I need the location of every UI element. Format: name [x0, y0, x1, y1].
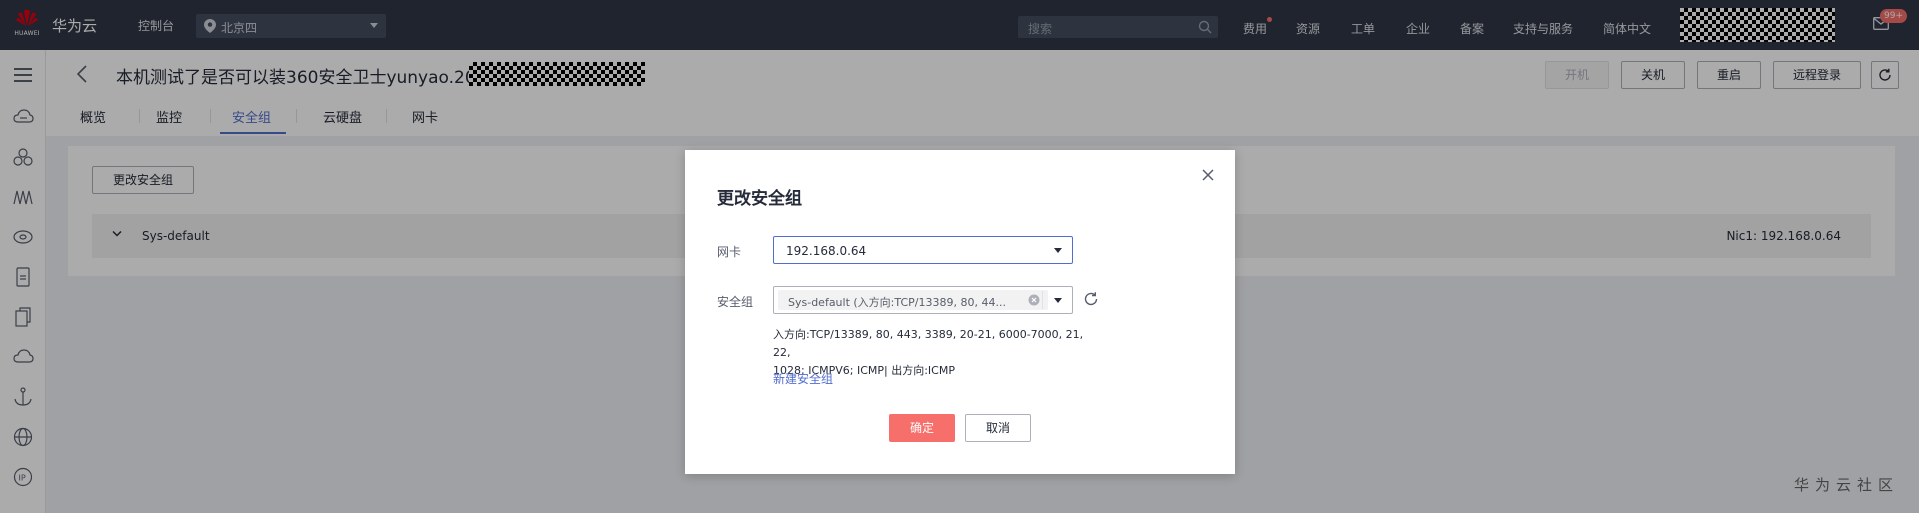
cancel-button[interactable]: 取消	[965, 414, 1031, 442]
create-security-group-link[interactable]: 新建安全组	[773, 370, 833, 387]
dialog-title: 更改安全组	[717, 189, 802, 209]
nic-select-value: 192.168.0.64	[786, 244, 867, 258]
rules-line-1: 入方向:TCP/13389, 80, 443, 3389, 20-21, 600…	[773, 328, 1084, 359]
confirm-button[interactable]: 确定	[889, 414, 955, 442]
change-security-group-dialog: 更改安全组 网卡 192.168.0.64 安全组 Sys-default (入…	[685, 150, 1235, 474]
close-icon[interactable]	[1201, 168, 1215, 182]
clear-icon[interactable]	[1028, 294, 1040, 306]
nic-select[interactable]: 192.168.0.64	[773, 236, 1073, 264]
nic-label: 网卡	[717, 245, 742, 259]
chevron-down-icon[interactable]	[1054, 298, 1062, 303]
selected-security-group-value: Sys-default (入方向:TCP/13389, 80, 44...	[788, 296, 1006, 309]
chevron-down-icon	[1054, 248, 1062, 253]
security-group-label: 安全组	[717, 295, 754, 309]
security-group-select[interactable]: Sys-default (入方向:TCP/13389, 80, 44...	[773, 286, 1073, 314]
refresh-icon[interactable]	[1083, 291, 1099, 307]
selected-security-group-chip: Sys-default (入方向:TCP/13389, 80, 44...	[778, 290, 1048, 310]
select-divider	[1042, 291, 1043, 309]
